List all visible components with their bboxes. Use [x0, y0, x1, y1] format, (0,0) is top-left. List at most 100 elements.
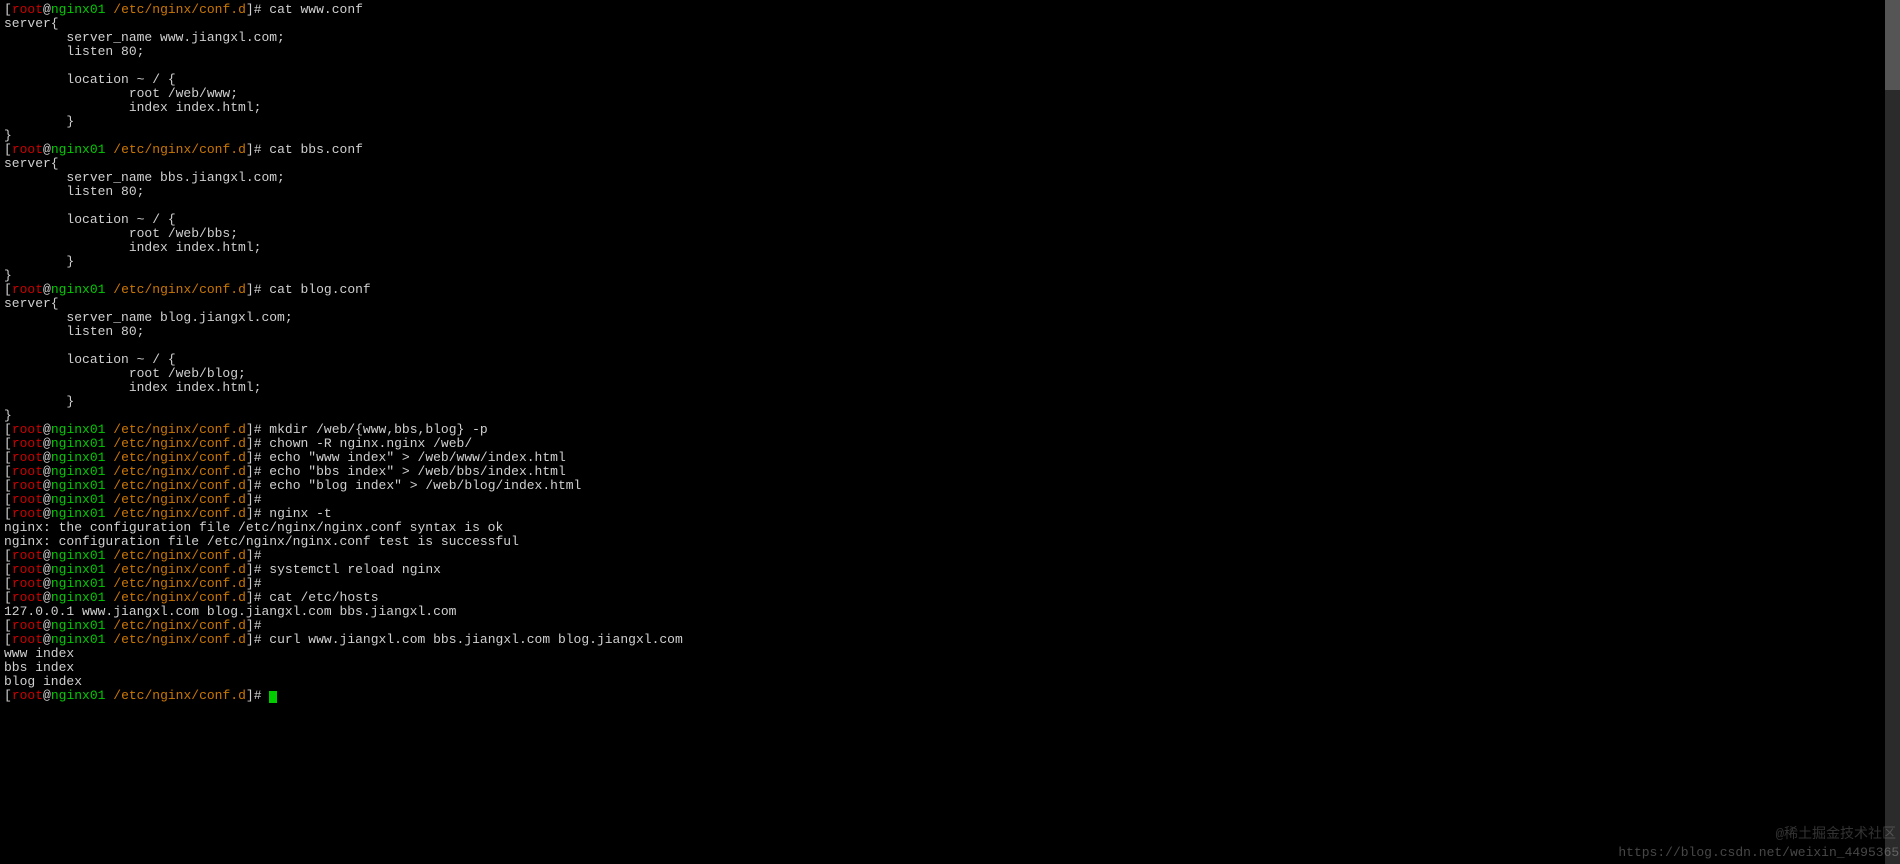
output-text: 127.0.0.1 www.jiangxl.com blog.jiangxl.c… — [4, 604, 456, 619]
output-line: } — [4, 129, 1896, 143]
command-text: echo "bbs index" > /web/bbs/index.html — [262, 464, 566, 479]
prompt-line: [root@nginx01 /etc/nginx/conf.d]# cat bb… — [4, 143, 1896, 157]
prompt-line: [root@nginx01 /etc/nginx/conf.d]# — [4, 577, 1896, 591]
prompt-line: [root@nginx01 /etc/nginx/conf.d]# echo "… — [4, 479, 1896, 493]
output-text: } — [4, 408, 12, 423]
prompt-line: [root@nginx01 /etc/nginx/conf.d]# cat ww… — [4, 3, 1896, 17]
command-text: cat /etc/hosts — [262, 590, 379, 605]
output-text: } — [4, 114, 74, 129]
prompt-line-active: [root@nginx01 /etc/nginx/conf.d]# — [4, 689, 1896, 703]
output-text: index index.html; — [4, 100, 261, 115]
output-text: root /web/bbs; — [4, 226, 238, 241]
output-line: server_name bbs.jiangxl.com; — [4, 171, 1896, 185]
command-text: chown -R nginx.nginx /web/ — [262, 436, 473, 451]
prompt-line: [root@nginx01 /etc/nginx/conf.d]# echo "… — [4, 451, 1896, 465]
command-text: cat www.conf — [262, 2, 363, 17]
command-text: cat blog.conf — [262, 282, 371, 297]
output-line: root /web/blog; — [4, 367, 1896, 381]
command-text: mkdir /web/{www,bbs,blog} -p — [262, 422, 488, 437]
output-line: nginx: the configuration file /etc/nginx… — [4, 521, 1896, 535]
output-line: index index.html; — [4, 381, 1896, 395]
output-text: server{ — [4, 16, 59, 31]
output-text: server_name bbs.jiangxl.com; — [4, 170, 285, 185]
output-line — [4, 199, 1896, 213]
output-text: root /web/www; — [4, 86, 238, 101]
output-text: index index.html; — [4, 240, 261, 255]
output-line: server{ — [4, 297, 1896, 311]
output-line: blog index — [4, 675, 1896, 689]
output-line: index index.html; — [4, 101, 1896, 115]
command-text — [262, 576, 270, 591]
output-line: root /web/bbs; — [4, 227, 1896, 241]
prompt-line: [root@nginx01 /etc/nginx/conf.d]# — [4, 493, 1896, 507]
prompt-line: [root@nginx01 /etc/nginx/conf.d]# chown … — [4, 437, 1896, 451]
output-text: } — [4, 268, 12, 283]
output-text: listen 80; — [4, 184, 144, 199]
output-line: } — [4, 269, 1896, 283]
output-line: listen 80; — [4, 45, 1896, 59]
output-line: 127.0.0.1 www.jiangxl.com blog.jiangxl.c… — [4, 605, 1896, 619]
output-line: server{ — [4, 17, 1896, 31]
output-line: } — [4, 395, 1896, 409]
output-text: www index — [4, 646, 74, 661]
output-text: bbs index — [4, 660, 74, 675]
output-line: } — [4, 409, 1896, 423]
scrollbar-thumb[interactable] — [1885, 0, 1900, 90]
output-text: location ~ / { — [4, 352, 176, 367]
prompt-line: [root@nginx01 /etc/nginx/conf.d]# — [4, 549, 1896, 563]
prompt-line: [root@nginx01 /etc/nginx/conf.d]# — [4, 619, 1896, 633]
output-text: } — [4, 128, 12, 143]
output-line: bbs index — [4, 661, 1896, 675]
watermark-csdn-url: https://blog.csdn.net/weixin_44953658 — [1618, 846, 1900, 860]
output-text: server_name blog.jiangxl.com; — [4, 310, 293, 325]
output-text: nginx: configuration file /etc/nginx/ngi… — [4, 534, 519, 549]
output-text: location ~ / { — [4, 212, 176, 227]
output-text: server{ — [4, 156, 59, 171]
output-text: location ~ / { — [4, 72, 176, 87]
prompt-line: [root@nginx01 /etc/nginx/conf.d]# curl w… — [4, 633, 1896, 647]
output-line: server_name www.jiangxl.com; — [4, 31, 1896, 45]
output-text: listen 80; — [4, 44, 144, 59]
command-text — [262, 618, 270, 633]
output-text: nginx: the configuration file /etc/nginx… — [4, 520, 503, 535]
command-text: systemctl reload nginx — [262, 562, 441, 577]
prompt-line: [root@nginx01 /etc/nginx/conf.d]# cat bl… — [4, 283, 1896, 297]
command-text: curl www.jiangxl.com bbs.jiangxl.com blo… — [262, 632, 683, 647]
output-line: root /web/www; — [4, 87, 1896, 101]
command-text — [262, 548, 270, 563]
output-text: server{ — [4, 296, 59, 311]
output-line: location ~ / { — [4, 213, 1896, 227]
output-line: } — [4, 115, 1896, 129]
output-line: } — [4, 255, 1896, 269]
prompt-line: [root@nginx01 /etc/nginx/conf.d]# system… — [4, 563, 1896, 577]
output-text: root /web/blog; — [4, 366, 246, 381]
command-text: echo "blog index" > /web/blog/index.html — [262, 478, 582, 493]
command-text: cat bbs.conf — [262, 142, 363, 157]
prompt-line: [root@nginx01 /etc/nginx/conf.d]# cat /e… — [4, 591, 1896, 605]
output-line: location ~ / { — [4, 353, 1896, 367]
output-line: listen 80; — [4, 185, 1896, 199]
output-text: server_name www.jiangxl.com; — [4, 30, 285, 45]
output-line: server{ — [4, 157, 1896, 171]
command-text: nginx -t — [262, 506, 332, 521]
command-text: echo "www index" > /web/www/index.html — [262, 450, 566, 465]
output-text: } — [4, 254, 74, 269]
output-line: nginx: configuration file /etc/nginx/ngi… — [4, 535, 1896, 549]
prompt-line: [root@nginx01 /etc/nginx/conf.d]# nginx … — [4, 507, 1896, 521]
output-text: index index.html; — [4, 380, 261, 395]
command-text — [262, 492, 270, 507]
output-text: listen 80; — [4, 324, 144, 339]
output-line — [4, 339, 1896, 353]
scrollbar[interactable] — [1885, 0, 1900, 864]
cursor — [269, 691, 277, 703]
prompt-line: [root@nginx01 /etc/nginx/conf.d]# echo "… — [4, 465, 1896, 479]
prompt-line: [root@nginx01 /etc/nginx/conf.d]# mkdir … — [4, 423, 1896, 437]
output-line: index index.html; — [4, 241, 1896, 255]
output-line: server_name blog.jiangxl.com; — [4, 311, 1896, 325]
output-text: } — [4, 394, 74, 409]
output-line: listen 80; — [4, 325, 1896, 339]
output-line: www index — [4, 647, 1896, 661]
output-line — [4, 59, 1896, 73]
terminal-output[interactable]: [root@nginx01 /etc/nginx/conf.d]# cat ww… — [4, 3, 1896, 703]
output-line: location ~ / { — [4, 73, 1896, 87]
